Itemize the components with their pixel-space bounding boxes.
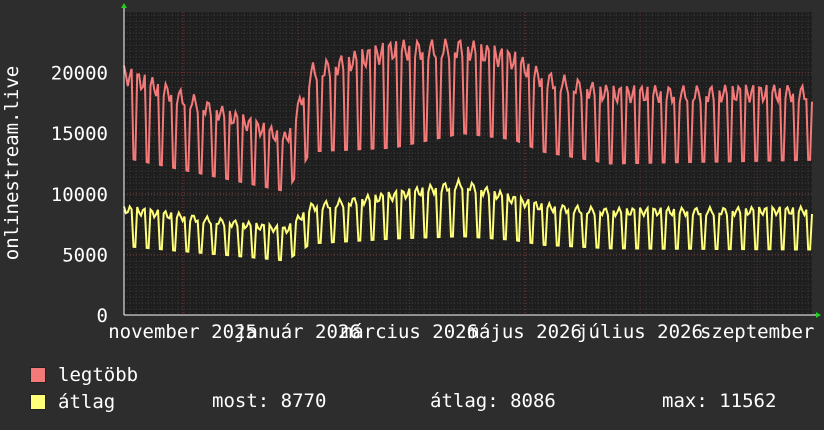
y-tick-label: 0	[97, 305, 108, 327]
y-axis-title: onlinestream.live	[1, 66, 23, 260]
x-tick-label: május 2026	[468, 321, 582, 343]
y-tick-label: 10000	[51, 184, 108, 206]
legend-swatch-max	[30, 367, 46, 383]
x-axis-arrow	[816, 312, 821, 318]
x-tick-label: szeptember	[700, 321, 814, 343]
x-tick-label: július 2026	[577, 321, 703, 343]
legend-label-max: legtöbb	[58, 364, 139, 386]
y-tick-label: 20000	[51, 63, 108, 85]
stat-average: átlag: 8086	[430, 390, 556, 412]
legend-swatch-avg	[30, 394, 46, 410]
legend-label-avg: átlag	[58, 391, 116, 413]
stat-current: most: 8770	[212, 390, 327, 412]
stat-maximum: max: 11562	[662, 390, 777, 412]
y-axis-arrow	[121, 3, 127, 8]
legend-item-max: legtöbb	[30, 363, 138, 387]
y-tick-label: 15000	[51, 123, 108, 145]
y-tick-label: 5000	[62, 244, 108, 266]
x-tick-label: március 2026	[341, 321, 478, 343]
legend-item-avg: átlag	[30, 390, 115, 414]
